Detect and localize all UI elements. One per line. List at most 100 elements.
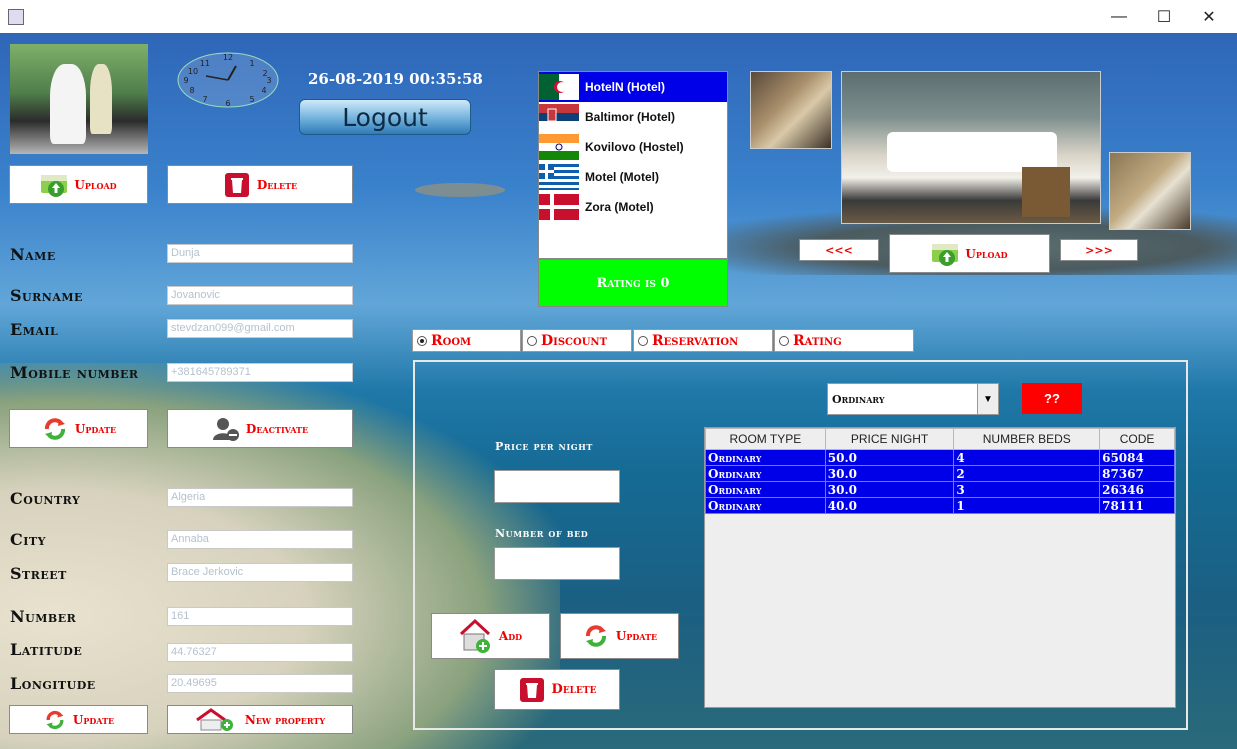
close-button[interactable]: ✕ <box>1186 0 1232 33</box>
greece-flag-icon <box>539 164 579 190</box>
update-room-button[interactable]: Update <box>560 613 679 659</box>
table-cell: 40.0 <box>824 497 955 514</box>
update-profile-label: Update <box>74 421 117 436</box>
country-field[interactable]: Algeria <box>167 488 353 507</box>
help-button[interactable]: ?? <box>1022 383 1082 414</box>
table-row[interactable]: Ordinary 30.0 2 87367 <box>705 465 1175 482</box>
column-header-price-night[interactable]: PRICE NIGHT <box>824 428 955 450</box>
update-room-label: Update <box>615 629 658 643</box>
bed-shape <box>887 132 1057 172</box>
table-cell: 50.0 <box>824 449 955 466</box>
minimize-button[interactable]: — <box>1096 0 1142 33</box>
email-label: Email <box>10 320 59 339</box>
table-cell: 4 <box>953 449 1101 466</box>
city-field[interactable]: Annaba <box>167 530 353 549</box>
maximize-button[interactable]: ☐ <box>1141 0 1187 33</box>
beds-input[interactable] <box>494 547 620 580</box>
street-field[interactable]: Brace Jerkovic <box>167 563 353 582</box>
mobile-field[interactable]: +381645789371 <box>167 363 353 382</box>
update-address-button[interactable]: Update <box>9 705 148 734</box>
table-cell: 3 <box>953 481 1101 498</box>
table-cell: 1 <box>953 497 1101 514</box>
name-label: Name <box>10 245 56 264</box>
new-property-button[interactable]: New property <box>167 705 353 734</box>
delete-photo-button[interactable]: Delete <box>167 165 353 204</box>
tab-room-label: Room <box>431 332 472 349</box>
denmark-flag-icon <box>539 194 579 220</box>
remove-user-icon <box>212 417 239 441</box>
tab-reservation-radio[interactable] <box>638 335 648 346</box>
gallery-main-image <box>841 71 1101 224</box>
price-label: Price per night <box>495 440 593 453</box>
rooms-table[interactable]: ROOM TYPE PRICE NIGHT NUMBER BEDS CODE O… <box>704 427 1176 708</box>
table-header-row: ROOM TYPE PRICE NIGHT NUMBER BEDS CODE <box>705 428 1175 450</box>
svg-text:3: 3 <box>266 76 271 85</box>
column-header-room-type[interactable]: ROOM TYPE <box>705 428 826 450</box>
surname-field[interactable]: Jovanovic <box>167 286 353 305</box>
table-cell: 26346 <box>1099 481 1175 498</box>
delete-photo-label: Delete <box>256 177 298 192</box>
table-cell: Ordinary <box>705 465 826 482</box>
logout-button[interactable]: Logout <box>299 99 471 135</box>
table-row[interactable]: Ordinary 40.0 1 78111 <box>705 497 1175 514</box>
price-input[interactable] <box>494 470 620 503</box>
java-app-icon <box>8 9 24 25</box>
table-cell: 87367 <box>1099 465 1175 482</box>
delete-room-button[interactable]: Delete <box>494 669 620 710</box>
svg-text:9: 9 <box>183 76 188 85</box>
svg-text:4: 4 <box>261 86 266 95</box>
table-cell: Ordinary <box>705 481 826 498</box>
gallery-thumbnail-left[interactable] <box>750 71 832 149</box>
upload-photo-button[interactable]: Upload <box>9 165 148 204</box>
room-type-select[interactable]: Ordinary ▼ <box>827 383 999 415</box>
gallery-thumbnail-right[interactable] <box>1109 152 1191 230</box>
tab-rating-radio[interactable] <box>779 335 789 346</box>
update-profile-button[interactable]: Update <box>9 409 148 448</box>
name-field[interactable]: Dunja <box>167 244 353 263</box>
table-row[interactable]: Ordinary 50.0 4 65084 <box>705 449 1175 466</box>
property-item[interactable]: Baltimor (Hotel) <box>539 102 727 132</box>
india-flag-icon <box>539 134 579 160</box>
table-row[interactable]: Ordinary 30.0 3 26346 <box>705 481 1175 498</box>
deactivate-button[interactable]: Deactivate <box>167 409 353 448</box>
property-item-label: Zora (Motel) <box>585 200 654 214</box>
table-cell: Ordinary <box>705 497 826 514</box>
chevron-down-icon[interactable]: ▼ <box>977 384 998 414</box>
longitude-field[interactable]: 20.49695 <box>167 674 353 693</box>
mobile-label: Mobile number <box>10 363 139 382</box>
property-list[interactable]: HotelN (Hotel) Baltimor (Hotel) Kovilovo… <box>538 71 728 259</box>
latitude-field[interactable]: 44.76327 <box>167 643 353 662</box>
tab-discount[interactable]: Discount <box>522 329 632 352</box>
number-field[interactable]: 161 <box>167 607 353 626</box>
property-item[interactable]: Kovilovo (Hostel) <box>539 132 727 162</box>
profile-photo <box>10 44 148 154</box>
photo-figure <box>50 64 86 144</box>
gallery-upload-button[interactable]: Upload <box>889 234 1050 273</box>
longitude-label: Longitude <box>10 674 96 693</box>
tab-discount-radio[interactable] <box>527 335 537 346</box>
trash-icon <box>224 172 249 197</box>
property-item-label: Baltimor (Hotel) <box>585 110 675 124</box>
gallery-prev-button[interactable]: <<< <box>799 239 879 261</box>
table-cell: 2 <box>953 465 1101 482</box>
tab-reservation-label: Reservation <box>652 332 739 349</box>
refresh-icon <box>585 625 606 647</box>
column-header-number-beds[interactable]: NUMBER BEDS <box>953 428 1101 450</box>
gallery-next-button[interactable]: >>> <box>1060 239 1138 261</box>
property-item[interactable]: Zora (Motel) <box>539 192 727 222</box>
column-header-code[interactable]: CODE <box>1099 428 1175 450</box>
add-room-button[interactable]: Add <box>431 613 550 659</box>
room-type-value: Ordinary <box>832 392 885 406</box>
email-field[interactable]: stevdzan099@gmail.com <box>167 319 353 338</box>
tab-room[interactable]: Room <box>412 329 521 352</box>
tab-room-radio[interactable] <box>417 335 427 346</box>
new-property-label: New property <box>244 712 326 727</box>
svg-text:5: 5 <box>249 95 254 104</box>
street-label: Street <box>10 564 67 583</box>
tab-reservation[interactable]: Reservation <box>633 329 773 352</box>
delete-room-label: Delete <box>551 682 597 697</box>
country-label: Country <box>10 489 81 508</box>
tab-rating[interactable]: Rating <box>774 329 914 352</box>
property-item[interactable]: HotelN (Hotel) <box>539 72 727 102</box>
property-item[interactable]: Motel (Motel) <box>539 162 727 192</box>
